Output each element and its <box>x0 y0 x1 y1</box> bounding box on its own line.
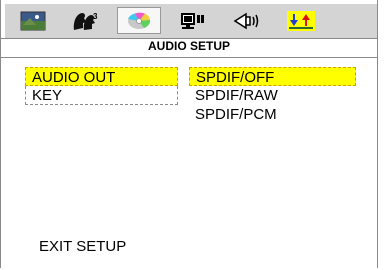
option-spdif-pcm[interactable]: SPDIF/PCM <box>189 105 356 124</box>
option-spdif-off[interactable]: SPDIF/OFF <box>189 67 356 86</box>
title-divider <box>0 57 378 58</box>
audio-setup-icon <box>128 12 151 29</box>
language-setup-tab[interactable]: 3 <box>63 7 107 34</box>
preferences-tab[interactable] <box>279 7 323 34</box>
video-setup-tab[interactable] <box>171 7 215 34</box>
exit-setup-button[interactable]: EXIT SETUP <box>39 238 126 255</box>
menu-item-key[interactable]: KEY <box>25 86 178 105</box>
menu-item-audio-out[interactable]: AUDIO OUT <box>25 67 178 86</box>
general-setup-icon <box>20 11 46 30</box>
setup-toolbar: 3 <box>5 4 377 38</box>
setup-window: 3 AUDIO SETUP AUDIO OUT KEY SPDIF/OFF SP… <box>0 0 378 268</box>
language-setup-icon: 3 <box>73 12 98 30</box>
general-setup-tab[interactable] <box>11 7 55 34</box>
page-title: AUDIO SETUP <box>147 39 230 53</box>
preferences-icon <box>287 10 315 31</box>
svg-text:3: 3 <box>93 12 98 21</box>
speaker-setup-tab[interactable] <box>225 7 269 34</box>
audio-setup-tab[interactable] <box>117 7 161 34</box>
speaker-setup-icon <box>233 12 259 29</box>
video-setup-icon <box>181 12 204 29</box>
option-spdif-raw[interactable]: SPDIF/RAW <box>189 86 356 105</box>
